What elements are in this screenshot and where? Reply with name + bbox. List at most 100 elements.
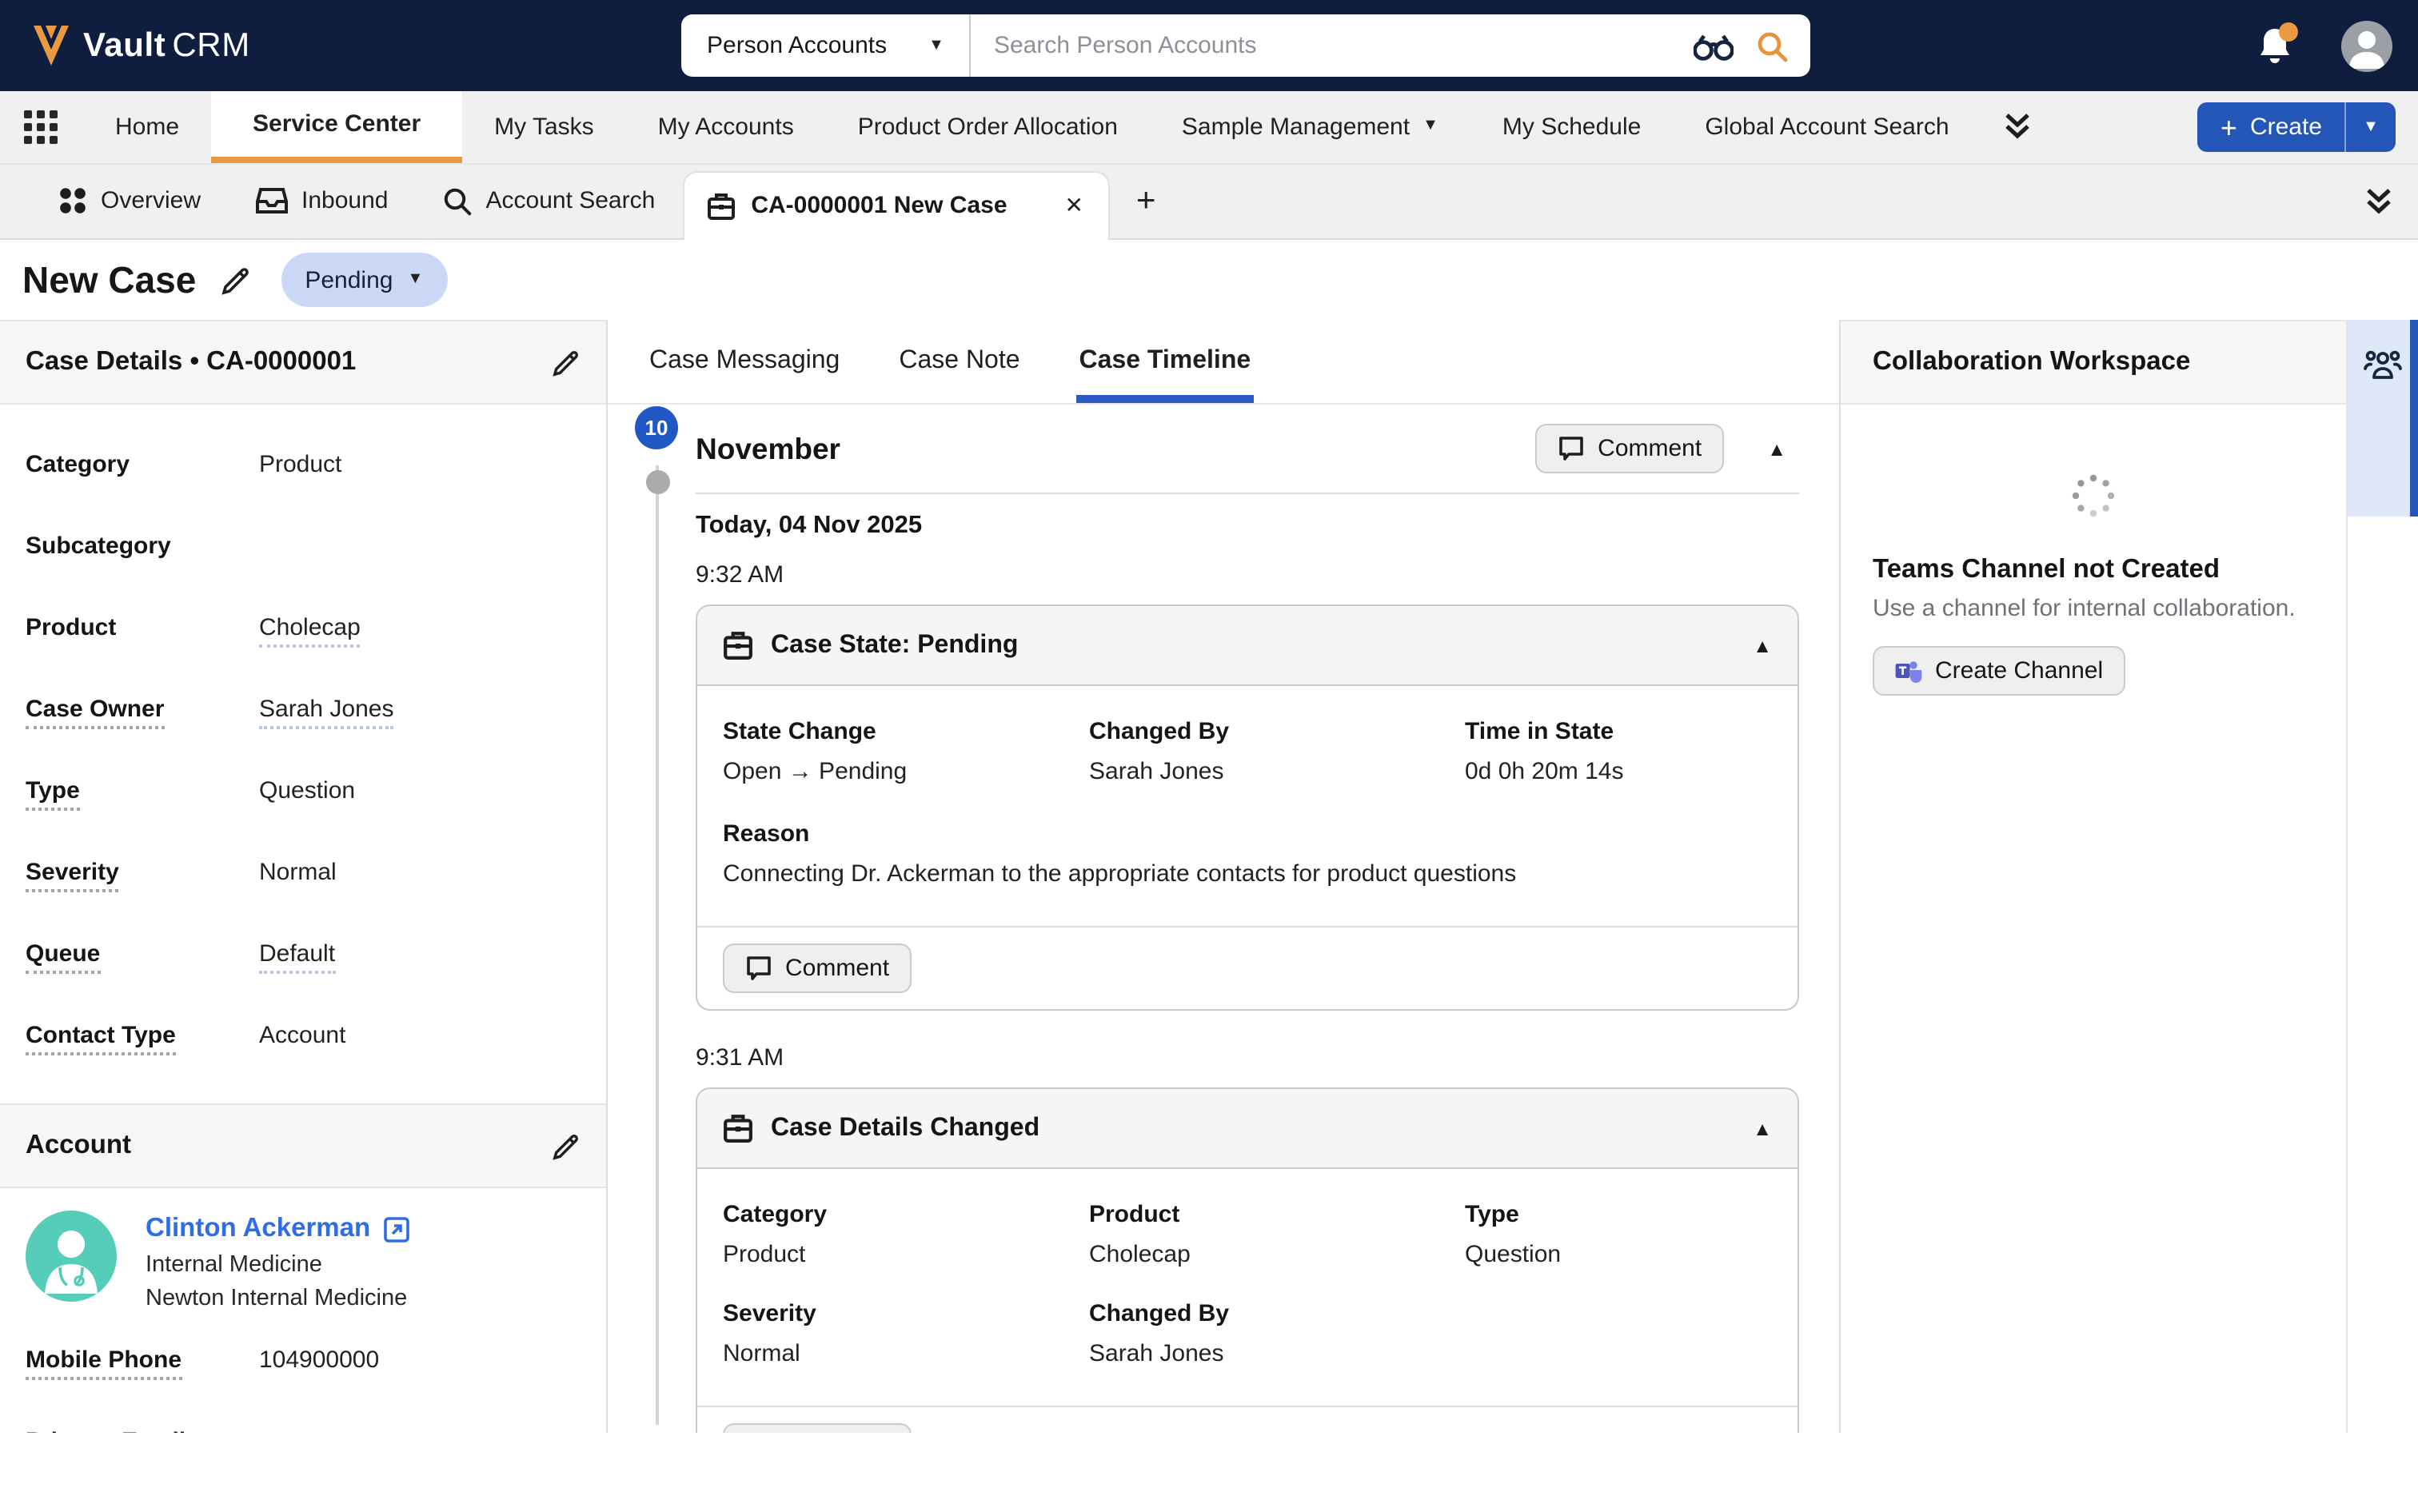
edit-account-pencil-icon[interactable] — [552, 1131, 581, 1160]
field-category: Category Product — [0, 451, 606, 533]
notifications-bell-icon[interactable] — [2255, 25, 2296, 66]
account-name-link[interactable]: Clinton Ackerman — [146, 1214, 409, 1244]
card-footer: Comment — [697, 926, 1798, 1009]
field-value: Normal — [259, 859, 337, 886]
card-field-value: Sarah Jones — [1089, 1340, 1465, 1367]
collaboration-main: Collaboration Workspace — [1841, 320, 2346, 1432]
tab-inbound[interactable]: Inbound — [228, 164, 415, 238]
collapse-card-icon[interactable]: ▲ — [1753, 634, 1772, 656]
search-icon[interactable] — [1756, 30, 1788, 62]
nav-item-sample-management[interactable]: Sample Management▼ — [1150, 91, 1470, 162]
nav-item-home[interactable]: Home — [83, 91, 211, 162]
create-channel-button[interactable]: Create Channel — [1873, 646, 2125, 696]
card-field-value: Question — [1465, 1241, 1772, 1268]
card-field: Severity Normal — [723, 1300, 1089, 1367]
nav-item-my-schedule[interactable]: My Schedule — [1470, 91, 1673, 162]
timeline-month-label: November — [696, 431, 840, 466]
case-details-header: Case Details • CA-0000001 — [0, 320, 606, 405]
nav-item-my-accounts[interactable]: My Accounts — [626, 91, 826, 162]
rail-item-collaboration[interactable] — [2348, 320, 2418, 517]
collaboration-body: Teams Channel not Created Use a channel … — [1841, 405, 2346, 696]
account-fields: Mobile Phone 104900000 Primary Email — [0, 1311, 606, 1432]
tab-account-search[interactable]: Account Search — [416, 164, 683, 238]
card-field-label: Time in State — [1465, 718, 1772, 745]
case-details-title: Case Details • CA-0000001 — [26, 347, 356, 377]
create-dropdown-button[interactable]: ▼ — [2344, 102, 2396, 152]
product-link[interactable]: Cholecap — [259, 614, 361, 648]
chevron-down-icon: ▼ — [1422, 119, 1438, 135]
nav-item-product-order-allocation[interactable]: Product Order Allocation — [826, 91, 1150, 162]
account-info: Clinton Ackerman Internal Medicine Newto… — [146, 1211, 409, 1311]
card-comment-button[interactable]: Comment — [723, 944, 912, 993]
nav-item-my-tasks[interactable]: My Tasks — [462, 91, 625, 162]
add-tab-button[interactable]: + — [1111, 164, 1182, 238]
rail-active-indicator — [2410, 320, 2418, 517]
workspace-tab-strip: Overview Inbound Account Search — [0, 164, 2418, 240]
search-icon — [443, 187, 472, 216]
card-body: Category Product Product Cholecap Type Q… — [697, 1169, 1798, 1406]
account-section-title: Account — [26, 1131, 131, 1161]
nav-overflow-chevrons-icon[interactable] — [1981, 91, 2053, 162]
field-label: Product — [26, 614, 259, 641]
field-value: Question — [259, 777, 355, 804]
search-scope-dropdown[interactable]: Person Accounts ▼ — [681, 14, 972, 77]
card-field: Changed By Sarah Jones — [1089, 718, 1465, 785]
nav-item-global-account-search[interactable]: Global Account Search — [1673, 91, 1981, 162]
vault-v-icon — [32, 24, 70, 67]
case-owner-link[interactable]: Sarah Jones — [259, 696, 393, 729]
collaboration-panel: Collaboration Workspace — [1839, 320, 2418, 1432]
field-queue: Queue Default — [0, 940, 606, 1022]
doctor-avatar — [26, 1211, 117, 1311]
account-section-header: Account — [0, 1103, 606, 1188]
search-input[interactable] — [972, 32, 1694, 59]
user-avatar[interactable] — [2341, 20, 2392, 71]
month-comment-button[interactable]: Comment — [1535, 424, 1724, 473]
card-comment-button[interactable]: Comment — [723, 1423, 912, 1432]
field-product: Product Cholecap — [0, 614, 606, 696]
case-status-dropdown[interactable]: Pending ▼ — [281, 253, 447, 307]
app-root: VaultCRM Person Accounts ▼ — [0, 0, 2418, 1512]
search-scope-value: Person Accounts — [707, 32, 887, 59]
card-header[interactable]: Case Details Changed ▲ — [697, 1089, 1798, 1169]
inbox-icon — [255, 188, 287, 215]
reason-text: Connecting Dr. Ackerman to the appropria… — [723, 860, 1772, 888]
app-launcher-icon[interactable] — [0, 91, 83, 162]
field-case-owner: Case Owner Sarah Jones — [0, 696, 606, 777]
case-main-panel: Case Messaging Case Note Case Timeline 1… — [608, 320, 1839, 1432]
card-field: Changed By Sarah Jones — [1089, 1300, 1465, 1367]
timeline-card-case-state-pending: Case State: Pending ▲ State Change Open … — [696, 604, 1799, 1011]
tab-case-ca-0000001[interactable]: CA-0000001 New Case ✕ — [682, 170, 1111, 240]
case-timeline: 10 November Comment ▲ — [608, 405, 1839, 1432]
notification-badge — [2279, 22, 2298, 41]
create-button[interactable]: + Create — [2198, 102, 2344, 152]
content-area: Case Details • CA-0000001 Category Produ… — [0, 320, 2418, 1432]
card-header[interactable]: Case State: Pending ▲ — [697, 606, 1798, 686]
field-label: Primary Email — [26, 1428, 186, 1432]
edit-title-pencil-icon[interactable] — [220, 265, 250, 295]
case-details-fields: Category Product Subcategory Product Cho… — [0, 405, 606, 1103]
tab-case-timeline[interactable]: Case Timeline — [1060, 320, 1271, 403]
tab-case-messaging[interactable]: Case Messaging — [630, 320, 859, 403]
tab-case-note[interactable]: Case Note — [880, 320, 1039, 403]
card-field-value: Sarah Jones — [1089, 758, 1465, 785]
page-title-bar: New Case Pending ▼ — [0, 240, 2418, 320]
collapse-card-icon[interactable]: ▲ — [1753, 1117, 1772, 1139]
vault-crm-logo[interactable]: VaultCRM — [32, 24, 250, 67]
card-field: Type Question — [1465, 1201, 1772, 1268]
collapse-month-icon[interactable]: ▲ — [1767, 437, 1786, 460]
nav-item-service-center[interactable]: Service Center — [211, 91, 462, 162]
tab-overview[interactable]: Overview — [32, 164, 228, 238]
field-value: Account — [259, 1022, 345, 1049]
field-label: Subcategory — [26, 533, 259, 560]
binoculars-icon[interactable] — [1694, 31, 1734, 60]
field-label: Category — [26, 451, 259, 478]
tabstrip-overflow-chevrons-icon[interactable] — [2365, 164, 2392, 238]
close-tab-icon[interactable]: ✕ — [1065, 193, 1083, 220]
briefcase-icon — [723, 1113, 753, 1143]
field-primary-email-clipped: Primary Email — [0, 1428, 606, 1432]
edit-case-details-pencil-icon[interactable] — [552, 348, 581, 377]
field-value: 104900000 — [259, 1346, 379, 1374]
queue-link[interactable]: Default — [259, 940, 335, 974]
chevron-down-icon: ▼ — [407, 272, 423, 288]
comment-bubble-icon — [1558, 435, 1585, 462]
